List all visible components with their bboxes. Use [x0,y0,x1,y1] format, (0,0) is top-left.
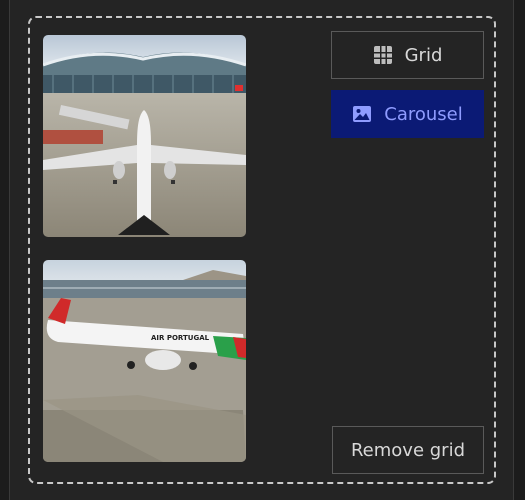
airline-livery-text: AIR PORTUGAL [151,334,210,342]
grid-layout-button[interactable]: Grid [331,31,484,79]
left-edge-divider [9,0,10,500]
grid-button-label: Grid [404,44,443,66]
remove-grid-button[interactable]: Remove grid [332,426,484,474]
airport-photo-1 [43,35,246,237]
airport-photo-2: AIR PORTUGAL [43,260,246,462]
grid-icon [373,46,392,64]
right-edge-divider [513,0,514,500]
carousel-layout-button[interactable]: Carousel [331,90,484,138]
grid-image-1[interactable] [43,35,246,237]
carousel-button-label: Carousel [384,103,463,125]
remove-grid-label: Remove grid [350,439,466,461]
grid-image-2[interactable]: AIR PORTUGAL [43,260,246,462]
image-icon [353,106,372,122]
